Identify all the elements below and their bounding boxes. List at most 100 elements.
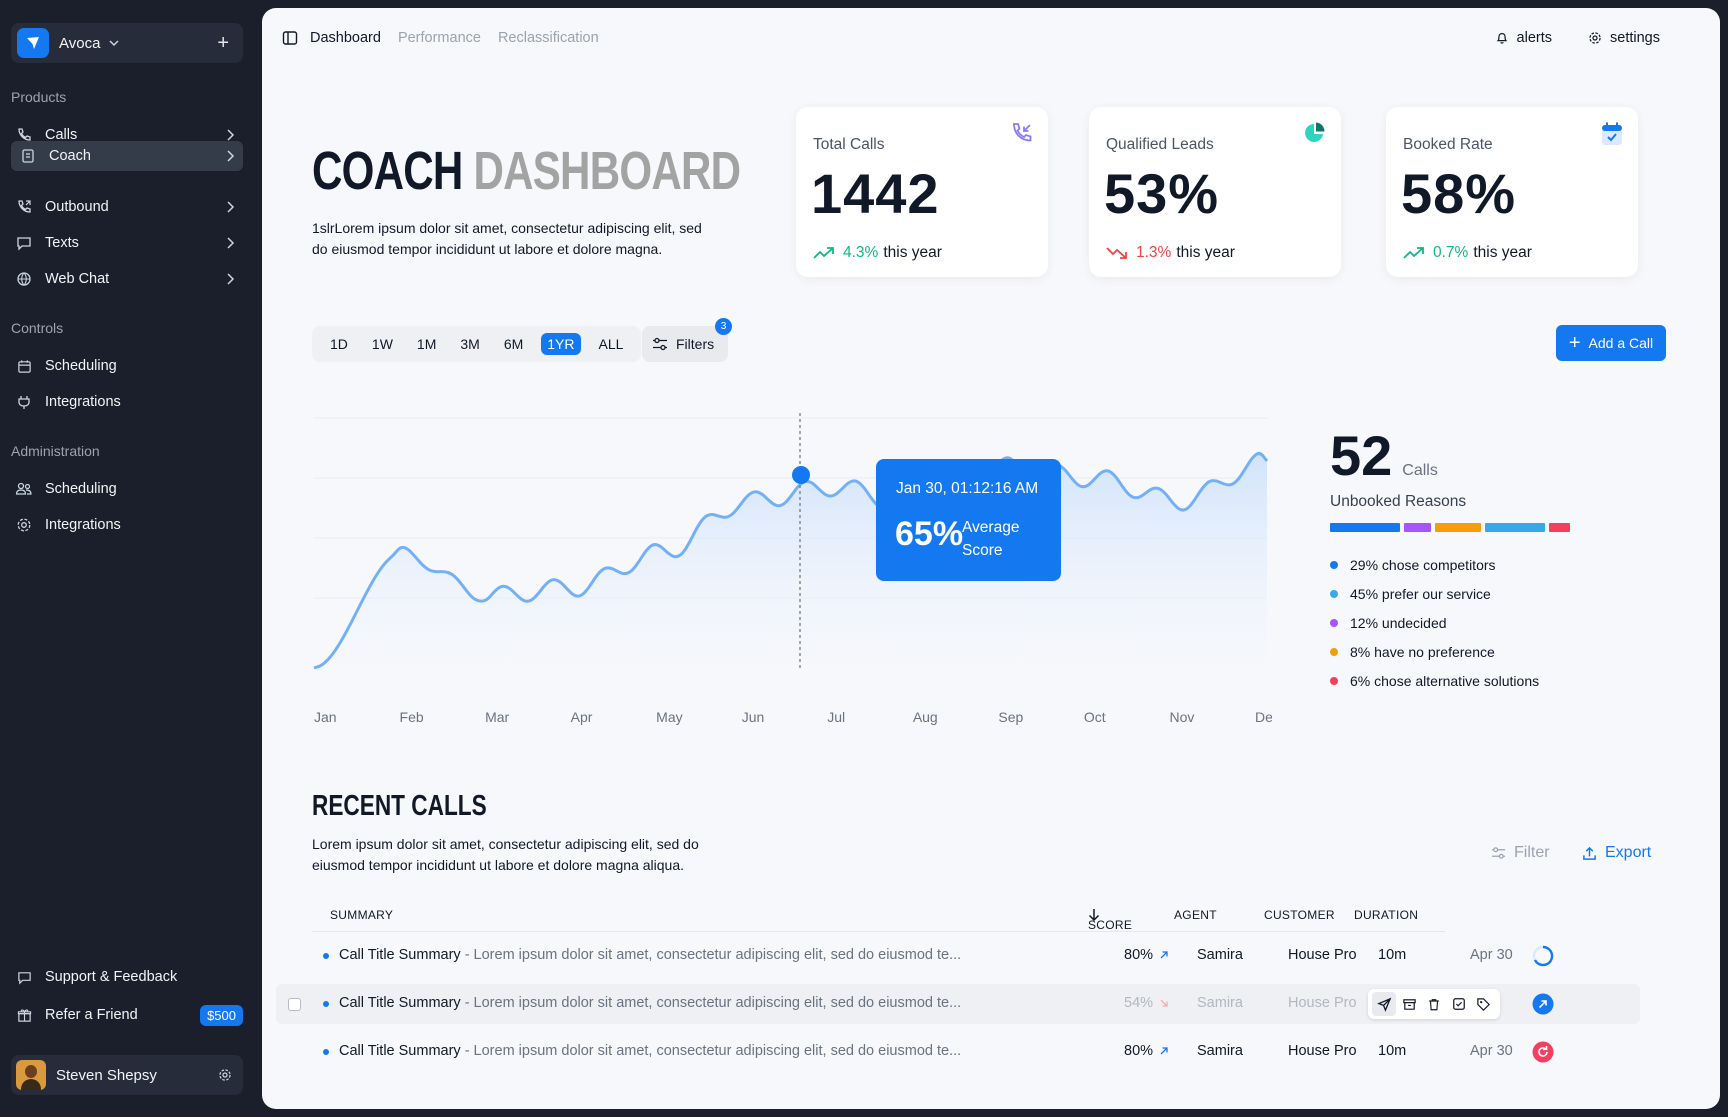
col-score[interactable]: SCORE [1088,908,1132,932]
chart-tooltip: Jan 30, 01:12:16 AM 65% Average Score [876,459,1061,581]
unbooked-bar-segment [1330,523,1400,532]
unread-dot [323,953,329,959]
reason-label: 29% chose competitors [1350,556,1496,573]
sliders-icon [1491,847,1506,859]
chart-area [314,453,1267,668]
range-1m[interactable]: 1M [411,333,442,355]
card-trend-suffix: this year [1473,244,1532,261]
sidebar-item-admin-scheduling[interactable]: Scheduling [11,474,243,504]
gear-icon [1589,32,1601,44]
range-1w[interactable]: 1W [366,333,399,355]
row-actions [1368,989,1500,1019]
row-checkbox[interactable] [288,998,301,1011]
retry-icon [1532,1041,1554,1063]
row-customer: House Pro [1288,947,1357,963]
range-all[interactable]: ALL [593,333,630,355]
sidebar-item-outbound[interactable]: Outbound [11,192,243,222]
add-call-button[interactable]: + Add a Call [1556,325,1666,361]
range-6m[interactable]: 6M [498,333,529,355]
row-detail: - Lorem ipsum dolor sit amet, consectetu… [460,1043,962,1059]
unbooked-title: Unbooked Reasons [1330,493,1467,510]
row-summary: Call Title Summary - Lorem ipsum dolor s… [339,1043,961,1059]
card-label: Qualified Leads [1106,136,1214,153]
unbooked-bar-segment [1549,523,1570,532]
row-score: 54% [1124,995,1169,1011]
unbooked-summary: 52 Calls Unbooked Reasons 29% chose compe… [1330,423,1590,689]
refer-friend-link[interactable]: Refer a Friend $500 [15,1000,243,1030]
stat-card-qualified-leads: Qualified Leads 53% 1.3% this year [1089,107,1341,277]
sidebar-item-coach[interactable]: Coach [11,141,243,171]
tag-icon[interactable] [1472,992,1496,1016]
range-1d[interactable]: 1D [324,333,354,355]
page-description: 1slrLorem ipsum dolor sit amet, consecte… [312,220,702,257]
table-row[interactable]: Call Title Summary - Lorem ipsum dolor s… [276,936,1640,976]
calendar-icon [15,357,33,375]
tab-dashboard[interactable]: Dashboard [310,30,381,46]
message-icon [15,234,33,252]
add-workspace-button[interactable]: + [217,33,229,53]
trash-icon[interactable] [1422,992,1446,1016]
reason-label: 45% prefer our service [1350,585,1491,602]
support-feedback-link[interactable]: Support & Feedback [15,962,243,992]
sidebar-item-scheduling[interactable]: Scheduling [11,351,243,381]
chart-highlight-point[interactable] [792,466,810,484]
x-tick-label: Mar [485,709,509,725]
title-part-1: COACH [312,141,463,201]
card-trend: 0.7% this year [1403,244,1532,262]
export-button[interactable]: Export [1582,844,1651,862]
sidebar-item-label: Scheduling [45,358,117,374]
filter-button[interactable]: Filter [1491,844,1550,862]
sidebar-item-texts[interactable]: Texts [11,228,243,258]
x-tick-label: Jul [827,709,845,725]
send-icon[interactable] [1372,992,1397,1016]
sidebar-item-admin-integrations[interactable]: Integrations [11,510,243,540]
col-agent[interactable]: AGENT [1174,908,1217,922]
table-row[interactable]: Call Title Summary - Lorem ipsum dolor s… [276,1032,1640,1072]
col-summary[interactable]: SUMMARY [330,908,393,922]
workspace-switcher[interactable]: Avoca + [11,23,243,63]
checkbox-icon[interactable] [1447,992,1471,1016]
recent-calls-description: Lorem ipsum dolor sit amet, consectetur … [312,836,699,873]
user-profile[interactable]: Steven Shepsy [11,1055,243,1095]
avatar [16,1060,46,1090]
unbooked-reason: 12% undecided [1330,608,1539,637]
range-3m[interactable]: 3M [454,333,485,355]
table-row[interactable]: Call Title Summary - Lorem ipsum dolor s… [276,984,1640,1024]
row-score-value: 54% [1124,995,1154,1011]
range-1yr[interactable]: 1YR [541,333,581,355]
workspace-name: Avoca [59,34,101,52]
calls-count: 52 [1330,424,1393,487]
x-tick-label: Jun [742,709,765,725]
user-name: Steven Shepsy [56,1066,157,1084]
gear-icon[interactable] [218,1068,232,1082]
tab-performance[interactable]: Performance [398,30,481,46]
chart-x-axis: Jan Feb Mar Apr May Jun Jul Aug Sep Oct Nov Dec [314,709,1272,725]
col-score-label: SCORE [1088,918,1133,932]
settings-label: settings [1610,30,1660,46]
card-trend: 1.3% this year [1106,244,1235,262]
archive-icon[interactable] [1397,992,1421,1016]
sidebar-item-web-chat[interactable]: Web Chat [11,264,243,294]
phone-incoming-icon [1010,121,1034,150]
tab-reclassification[interactable]: Reclassification [498,30,599,46]
col-customer[interactable]: CUSTOMER [1264,908,1335,922]
trend-up-icon [813,247,834,259]
section-administration: Administration [11,443,100,459]
filters-button[interactable]: Filters 3 [642,318,732,362]
alerts-button[interactable]: alerts [1495,30,1552,46]
unbooked-bar [1330,523,1574,532]
settings-button[interactable]: settings [1588,30,1660,46]
refer-reward-badge: $500 [200,1004,243,1026]
unbooked-bar-segment [1435,523,1481,532]
arrow-up-right-icon [1160,1047,1168,1055]
x-tick-label: Feb [400,709,424,725]
col-duration[interactable]: DURATION [1354,908,1418,922]
card-trend-pct: 0.7% [1433,244,1469,261]
calls-count-label: Calls [1402,462,1438,479]
users-icon [15,480,33,498]
tooltip-date: Jan 30, 01:12:16 AM [896,480,1039,497]
sidebar-item-integrations[interactable]: Integrations [11,387,243,417]
sidebar-toggle-icon[interactable] [282,30,298,46]
row-agent: Samira [1197,1043,1243,1059]
unbooked-reason: 6% chose alternative solutions [1330,666,1539,695]
